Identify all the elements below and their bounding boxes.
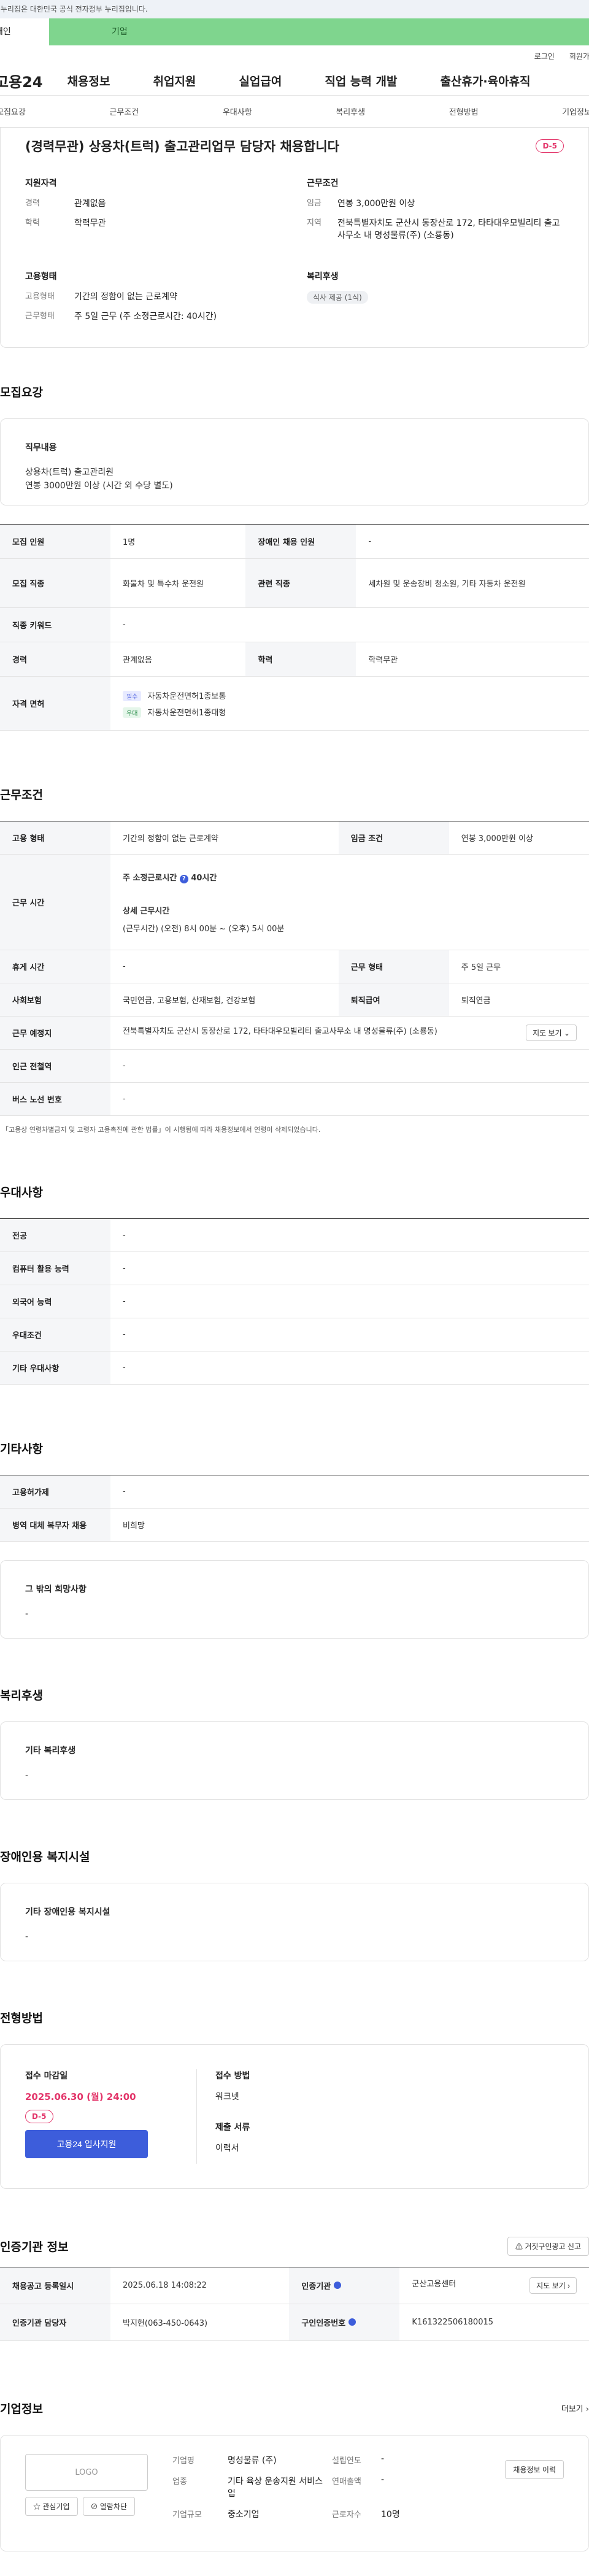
table-row: 직종 키워드 -	[0, 607, 589, 642]
welfare-box: 기타 복리후생 -	[0, 1721, 589, 1800]
tab-personal[interactable]: 개인	[0, 18, 49, 45]
chevron-right-icon: ›	[568, 2282, 570, 2290]
agency-map-button[interactable]: 지도 보기 ›	[529, 2277, 577, 2294]
disabled-box: 기타 장애인용 복지시설 -	[0, 1883, 589, 1961]
summary-qualification: 지원자격 경력 관계없음 학력 학력무관	[25, 179, 106, 228]
recruit-table: 모집 인원 1명 장애인 채용 인원 - 모집 직종 화물차 및 특수차 운전원…	[0, 524, 589, 731]
company-title: 기업정보	[0, 2402, 43, 2416]
table-row: 고용허가제 -	[0, 1475, 589, 1509]
gnb-item-support[interactable]: 취업지원	[153, 72, 196, 89]
subnav-company[interactable]: 기업정보	[562, 106, 589, 117]
top-links: 로그인 회원가입	[0, 45, 589, 66]
map-button[interactable]: 지도 보기 ⌄	[526, 1025, 577, 1041]
star-icon: ☆	[33, 2502, 41, 2511]
table-row: 인근 전철역 -	[0, 1049, 589, 1083]
job-summary: (경력무관) 상용차(트럭) 출고관리업무 담당자 채용합니다 D-5 지원자격…	[0, 128, 589, 348]
block-icon: ⊘	[90, 2502, 98, 2511]
table-row: 기타 우대사항 -	[0, 1351, 589, 1385]
subnav-welfare[interactable]: 복리후생	[336, 106, 365, 117]
welfare-chip: 식사 제공 (1식)	[307, 291, 368, 304]
chevron-down-icon: ⌄	[563, 1029, 570, 1037]
welfare-title: 복리후생	[0, 1689, 43, 1702]
subnav-pref[interactable]: 우대사항	[223, 106, 252, 117]
table-row: 전공 -	[0, 1218, 589, 1252]
main-content: (경력무관) 상용차(트럭) 출고관리업무 담당자 채용합니다 D-5 지원자격…	[0, 128, 589, 2576]
user-type-tabs: 개인 기업	[0, 18, 589, 45]
disabled-title: 장애인용 복지시설	[0, 1850, 90, 1864]
table-row: 자격 면허 필수 자동차운전면허1종보통 우대 자동차운전면허1종대형	[0, 676, 589, 731]
job-title: (경력무관) 상용차(트럭) 출고관리업무 담당자 채용합니다	[25, 139, 339, 154]
duty-box: 직무내용 상용차(트럭) 출고관리원 연봉 3000만원 이상 (시간 외 수당…	[0, 418, 589, 506]
info-icon[interactable]	[333, 2282, 341, 2289]
summary-employment: 고용형태 고용형태 기간의 정함이 없는 근로계약 근무형태 주 5일 근무 (주 …	[25, 272, 217, 321]
apply-button[interactable]: 고용24 입사지원	[25, 2130, 148, 2158]
gnb-item-leave[interactable]: 출산휴가·육아휴직	[440, 72, 530, 89]
table-row: 사회보험 국민연금, 고용보험, 산재보험, 건강보험 퇴직급여 퇴직연금	[0, 983, 589, 1017]
gnb-item-training[interactable]: 직업 능력 개발	[325, 72, 397, 89]
work-table: 고용 형태 기간의 정함이 없는 근로계약 임금 조건 연봉 3,000만원 이…	[0, 821, 589, 1116]
login-link[interactable]: 로그인	[534, 51, 555, 61]
info-icon[interactable]	[348, 2318, 356, 2326]
gnb-item-jobs[interactable]: 채용정보	[67, 72, 110, 89]
alert-icon: ⚠	[515, 2242, 523, 2251]
table-row: 채용공고 등록일시 2025.06.18 14:08:22 인증기관 지도 보기…	[0, 2267, 589, 2304]
table-row: 우대조건 -	[0, 1318, 589, 1351]
more-link[interactable]: 더보기 ›	[561, 2402, 589, 2414]
summary-work: 근무조건 임금 연봉 3,000만원 이상 지역 전북특별자치도 군산시 동장산로 …	[307, 179, 560, 240]
table-row: 모집 인원 1명 장애인 채용 인원 -	[0, 524, 589, 559]
company-logo: LOGO	[25, 2454, 148, 2491]
agency-table: 채용공고 등록일시 2025.06.18 14:08:22 인증기관 지도 보기…	[0, 2267, 589, 2341]
dday-badge: D-5	[536, 139, 564, 153]
subnav-work[interactable]: 근무조건	[109, 106, 139, 117]
table-row: 외국어 능력 -	[0, 1285, 589, 1318]
company-info: 기업명 명성물류 (주) 설립연도 - 업종 기타 육상 운송지원 서비스업 연매출액…	[172, 2454, 400, 2520]
join-link[interactable]: 회원가입	[569, 51, 589, 61]
table-row: 근무 시간 주 소정근로시간 ? 40시간 상세 근무시간 (근무시간) (오전…	[0, 854, 589, 950]
deadline-date: 2025.06.30 (월) 24:00	[25, 2091, 136, 2102]
summary-grid: 지원자격 경력 관계없음 학력 학력무관 근무조건 임금 연봉 3,000만원 이상 …	[25, 177, 564, 330]
preferred-tag: 우대	[123, 707, 142, 718]
info-icon[interactable]: ?	[179, 874, 188, 883]
etc-title: 기타사항	[0, 1442, 43, 1456]
gnb-item-benefit[interactable]: 실업급여	[239, 72, 282, 89]
chevron-right-icon: ›	[585, 2405, 589, 2414]
age-note: * 「고용상 연령차별금지 및 고령자 고용촉진에 관한 법률」이 시행됨에 따…	[0, 1126, 321, 1134]
work-title: 근무조건	[0, 788, 43, 802]
selection-title: 전형방법	[0, 2012, 43, 2025]
dday-badge: D-5	[25, 2110, 53, 2123]
required-tag: 필수	[123, 690, 142, 701]
table-row: 인증기관 담당자 박지현(063-450-0643) 구인인증번호 K16132…	[0, 2304, 589, 2341]
subnav-recruit[interactable]: 모집요강	[0, 106, 26, 117]
summary-welfare: 복리후생 식사 제공 (1식)	[307, 270, 564, 330]
company-box: LOGO ☆ 관심기업 ⊘ 열람차단 기업명 명성물류 (주) 설립연도 - 업종 기…	[0, 2435, 589, 2551]
selection-box: 접수 마감일 2025.06.30 (월) 24:00 D-5 고용24 입사지…	[0, 2044, 589, 2189]
block-view-button[interactable]: ⊘ 열람차단	[82, 2497, 136, 2516]
tab-company[interactable]: 기업	[49, 18, 589, 45]
table-row: 근무 예정지 지도 보기 ⌄ 전북특별자치도 군산시 동장산로 172, 타타대…	[0, 1016, 589, 1050]
agency-title: 인증기관 정보	[0, 2240, 69, 2254]
job-title-row: (경력무관) 상용차(트럭) 출고관리업무 담당자 채용합니다 D-5	[25, 128, 564, 164]
table-row: 병역 대체 복무자 채용 비희망	[0, 1508, 589, 1542]
site-logo[interactable]: 고용24	[0, 70, 43, 91]
job-history-button[interactable]: 채용정보 이력	[505, 2460, 564, 2479]
table-row: 경력 관계없음 학력 학력무관	[0, 642, 589, 677]
favorite-company-button[interactable]: ☆ 관심기업	[25, 2497, 78, 2516]
pref-table: 전공 - 컴퓨터 활용 능력 - 외국어 능력 - 우대조건 - 기타 우대사항 -	[0, 1218, 589, 1385]
pref-title: 우대사항	[0, 1186, 43, 1199]
section-nav: 모집요강 근무조건 우대사항 복리후생 전형방법 기업정보	[0, 96, 589, 128]
table-row: 휴게 시간 - 근무 형태 주 5일 근무	[0, 950, 589, 983]
table-row: 버스 노선 번호 -	[0, 1082, 589, 1116]
table-row: 모집 직종 화물차 및 특수차 운전원 관련 직종 세차원 및 운송장비 청소원…	[0, 558, 589, 608]
table-row: 고용 형태 기간의 정함이 없는 근로계약 임금 조건 연봉 3,000만원 이…	[0, 821, 589, 855]
report-fake-ad-button[interactable]: ⚠ 거짓구인광고 신고	[507, 2237, 589, 2256]
table-row: 컴퓨터 활용 능력 -	[0, 1251, 589, 1285]
global-nav: 고용24 채용정보 취업지원 실업급여 직업 능력 개발 출산휴가·육아휴직	[0, 66, 589, 96]
subnav-selection[interactable]: 전형방법	[449, 106, 479, 117]
recruit-title: 모집요강	[0, 386, 43, 399]
etc-other-box: 그 밖의 희망사항 -	[0, 1560, 589, 1639]
gov-banner: 이 누리집은 대한민국 공식 전자정부 누리집입니다.	[0, 0, 589, 18]
etc-table: 고용허가제 - 병역 대체 복무자 채용 비희망	[0, 1475, 589, 1542]
